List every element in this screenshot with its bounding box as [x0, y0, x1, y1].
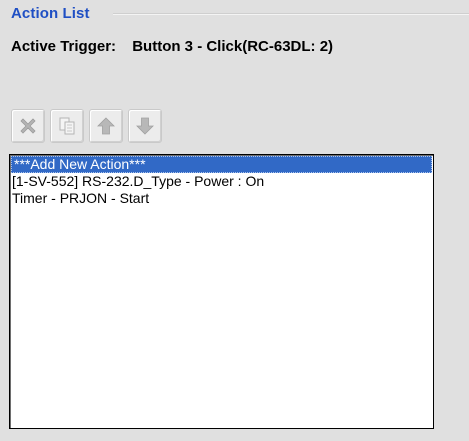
arrow-up-icon: [95, 115, 117, 137]
arrow-down-icon: [134, 115, 156, 137]
action-toolbar: [11, 109, 162, 143]
copy-action-button[interactable]: [50, 109, 84, 143]
copy-icon: [56, 115, 78, 137]
list-item-action[interactable]: [1-SV-552] RS-232.D_Type - Power : On: [10, 173, 433, 190]
group-divider: [113, 13, 469, 15]
move-up-button[interactable]: [89, 109, 123, 143]
active-trigger-value: Button 3 - Click(RC-63DL: 2): [132, 38, 334, 55]
active-trigger-row: Active Trigger: Button 3 - Click(RC-63DL…: [11, 38, 333, 55]
move-down-button[interactable]: [128, 109, 162, 143]
list-item-add-new-action[interactable]: ***Add New Action***: [11, 156, 432, 173]
delete-action-button[interactable]: [11, 109, 45, 143]
action-list[interactable]: ***Add New Action*** [1-SV-552] RS-232.D…: [9, 154, 434, 429]
list-item-action[interactable]: Timer - PRJON - Start: [10, 190, 433, 207]
group-title: Action List: [11, 5, 90, 22]
x-icon: [17, 115, 39, 137]
active-trigger-label: Active Trigger:: [11, 38, 117, 55]
